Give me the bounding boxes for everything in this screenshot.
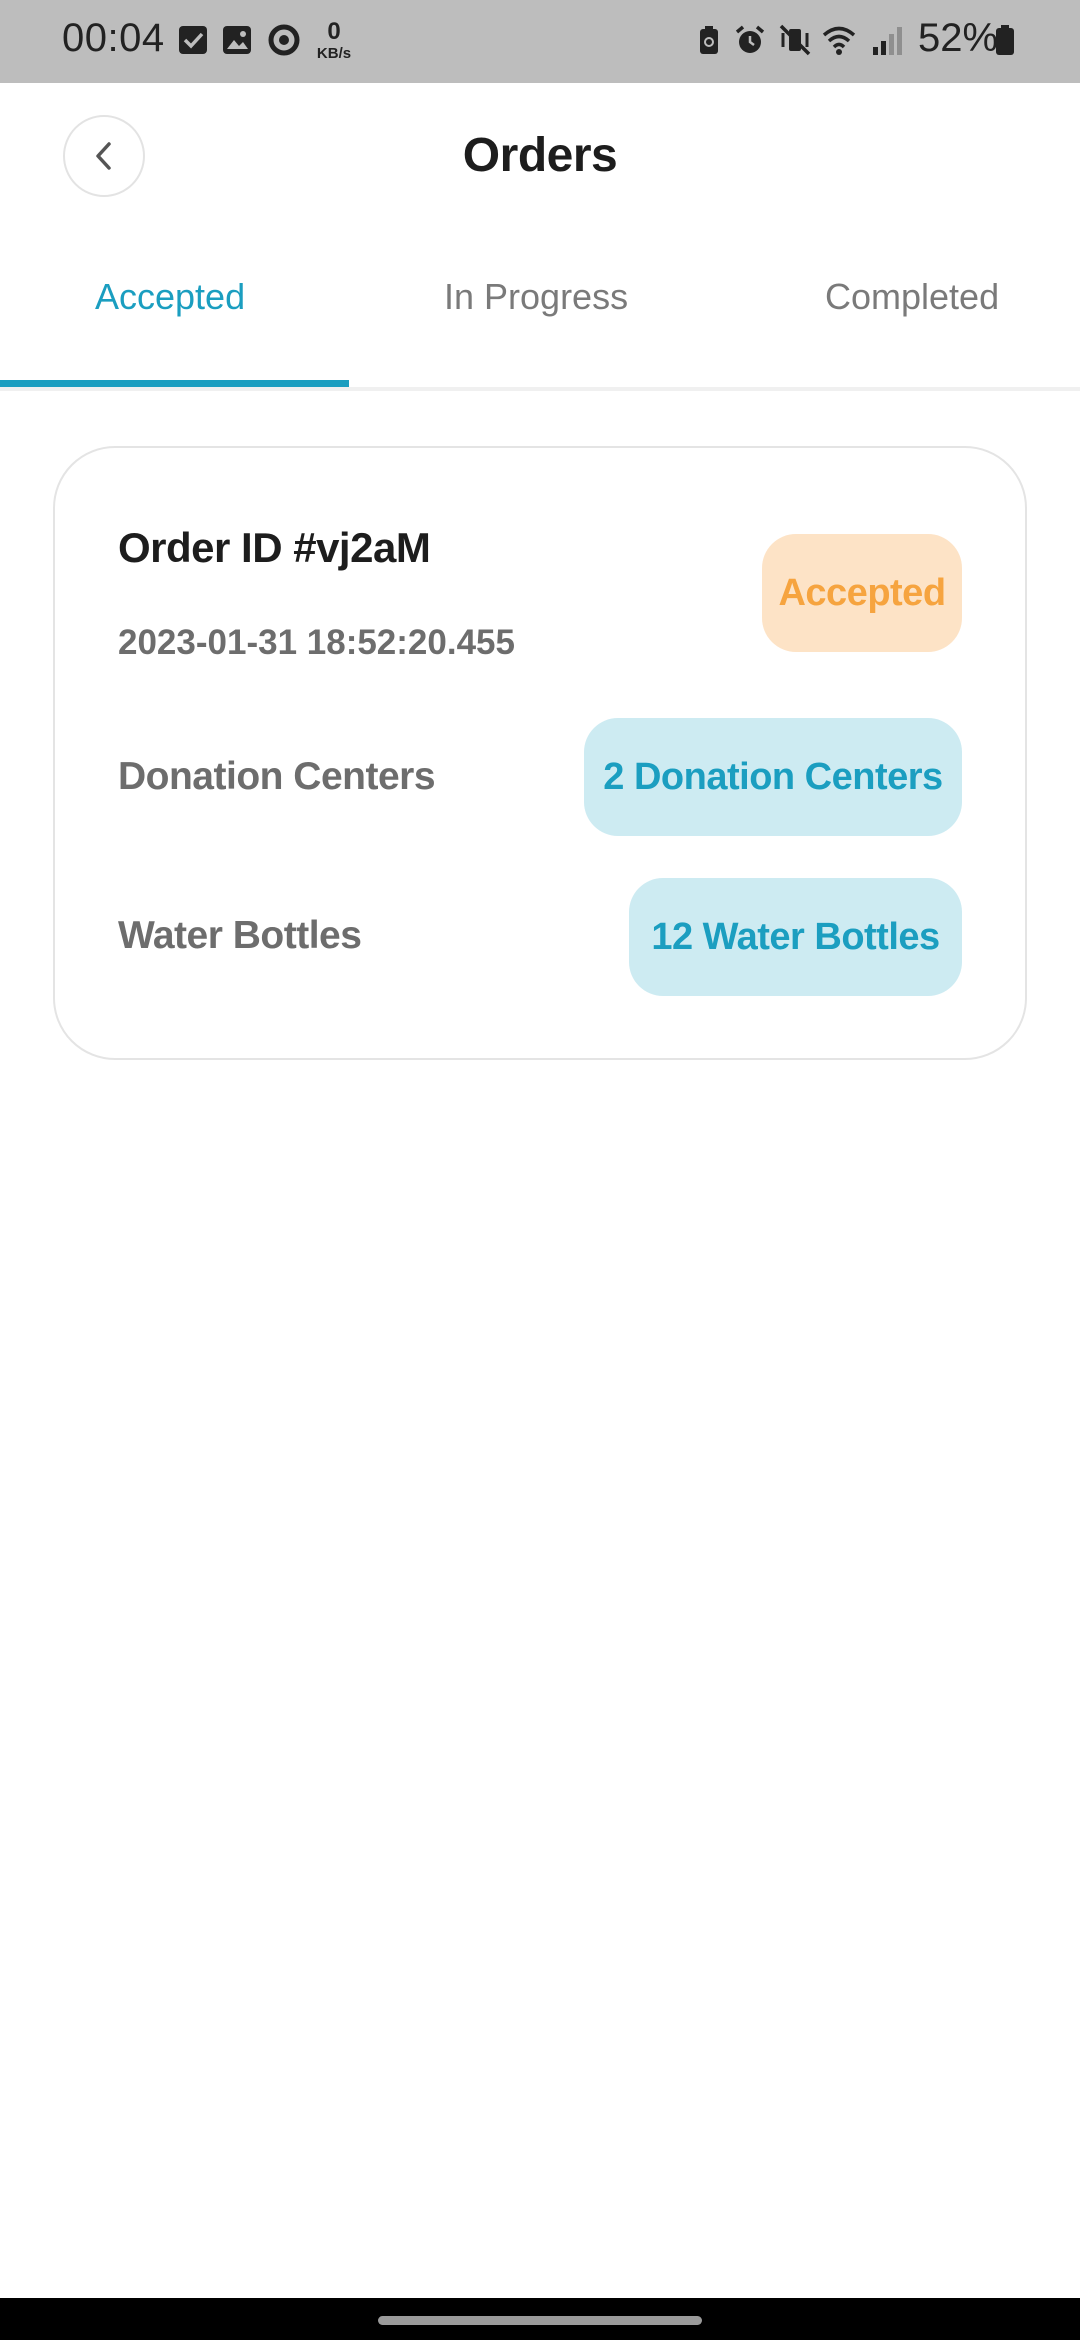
status-badge: Accepted: [762, 534, 962, 652]
water-bottles-badge: 12 Water Bottles: [629, 878, 962, 996]
battery-icon: [996, 25, 1014, 55]
status-time: 00:04: [62, 16, 165, 60]
donation-centers-badge: 2 Donation Centers: [584, 718, 962, 836]
orders-screen: 00:04 0 KB/s 52% Orders Accepted In Prog…: [0, 0, 1080, 2340]
tab-divider: [0, 387, 1080, 391]
home-indicator[interactable]: [378, 2316, 702, 2325]
battery-percent: 52%: [918, 16, 999, 60]
page-title: Orders: [462, 129, 618, 182]
battery-saver-lock-icon: [700, 26, 718, 54]
tab-accepted[interactable]: Accepted: [95, 276, 245, 318]
net-speed-value: 0: [327, 18, 341, 45]
donation-centers-label: Donation Centers: [118, 755, 436, 798]
signal-icon: [873, 27, 902, 55]
tab-completed[interactable]: Completed: [825, 276, 999, 318]
image-notification-icon: [223, 26, 251, 54]
active-tab-indicator: [0, 380, 349, 387]
sync-notification-icon: [268, 24, 300, 56]
status-bar: 00:04 0 KB/s 52%: [0, 0, 1080, 83]
checkbox-notification-icon: [179, 26, 207, 54]
net-speed-unit: KB/s: [316, 45, 352, 62]
water-bottles-label: Water Bottles: [118, 914, 362, 957]
order-timestamp: 2023-01-31 18:52:20.455: [118, 623, 515, 662]
net-speed: 0 KB/s: [313, 18, 355, 62]
vibrate-mute-icon: [779, 24, 811, 56]
wifi-icon: [822, 26, 856, 55]
order-id: Order ID #vj2aM: [118, 524, 431, 571]
tab-in-progress[interactable]: In Progress: [444, 276, 628, 318]
alarm-icon: [735, 25, 765, 53]
